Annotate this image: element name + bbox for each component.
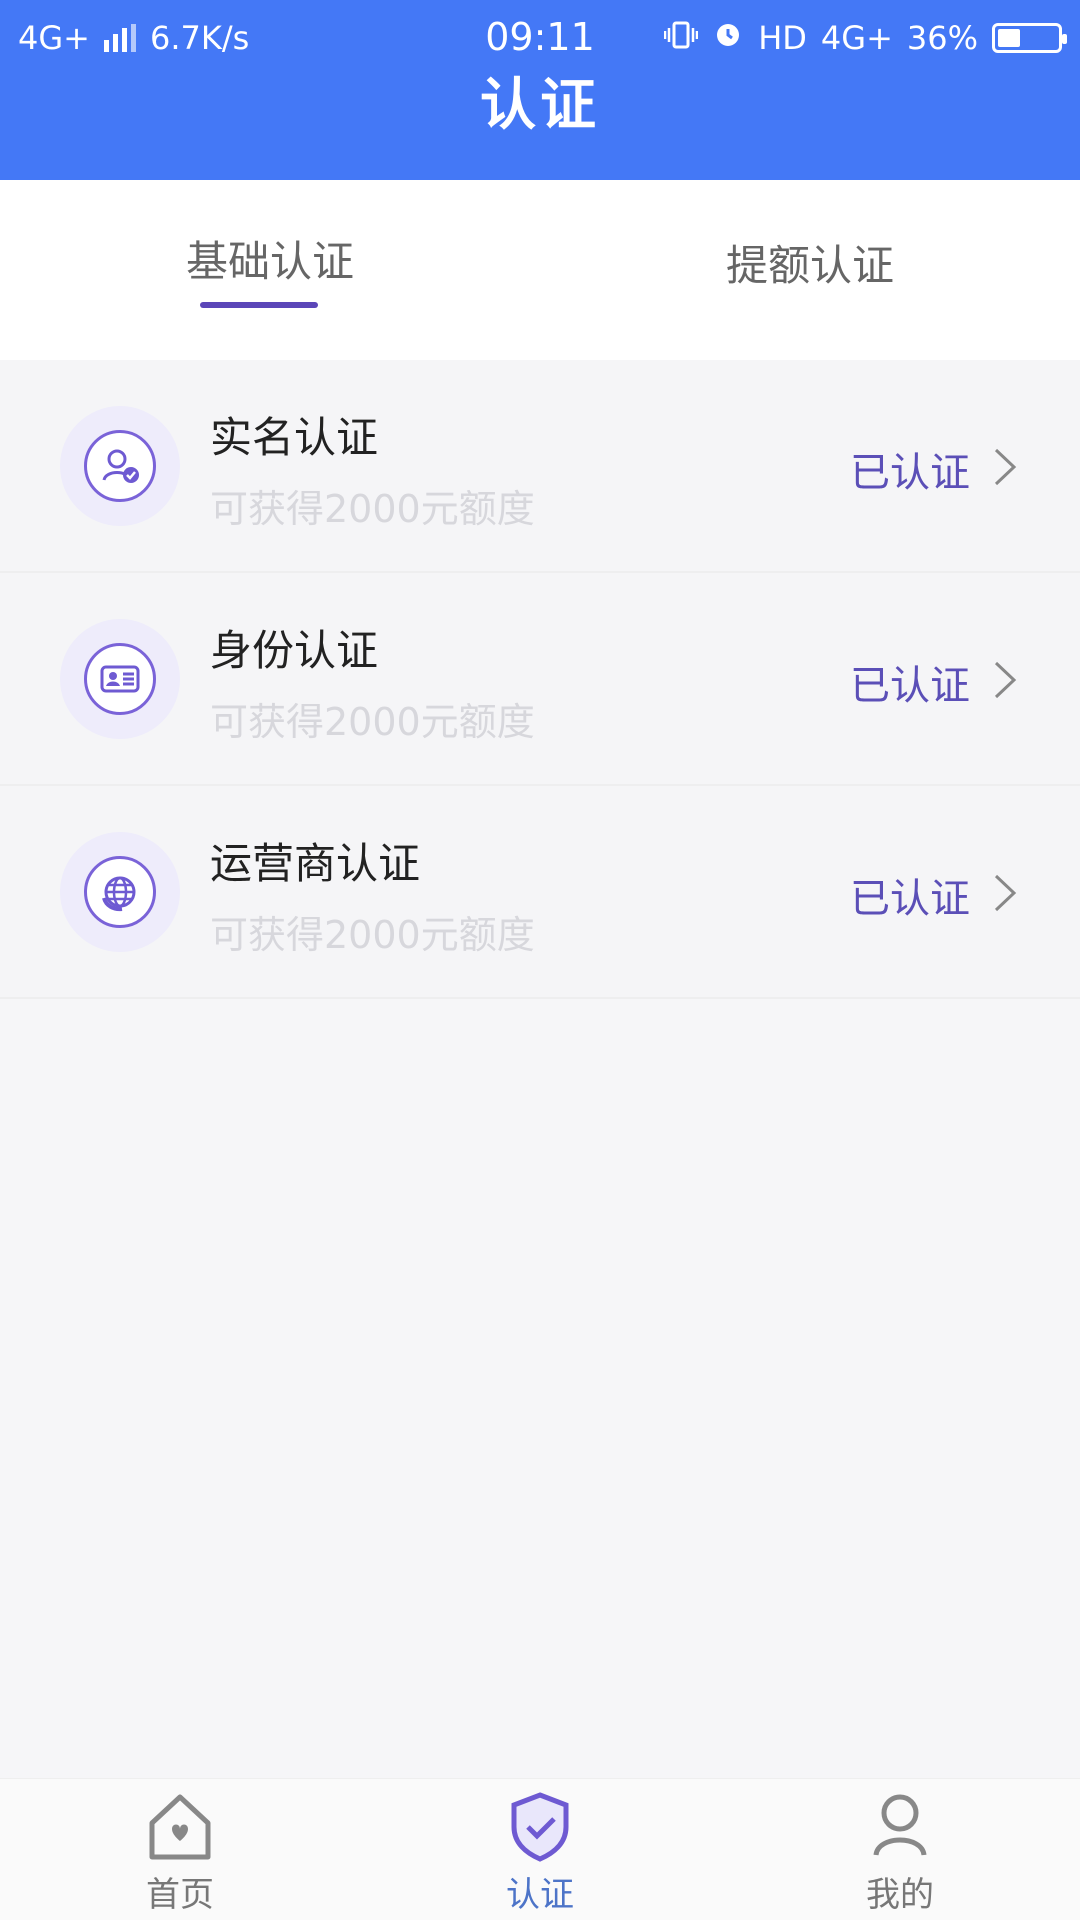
bottom-nav: 首页 认证 我的: [0, 1778, 1080, 1920]
tab-basic-auth-label: 基础认证: [185, 237, 354, 286]
tab-limit-auth[interactable]: 提额认证: [540, 180, 1080, 360]
auth-list: 实名认证 可获得2000元额度 已认证 身份认证 可获得2000元额度 已认证: [0, 360, 1080, 999]
nav-mine-label: 我的: [866, 1875, 934, 1915]
chevron-right-icon: [994, 874, 1017, 912]
auth-status: 已认证: [850, 663, 970, 709]
auth-item-subtitle: 可获得2000元额度: [210, 487, 535, 531]
auth-item-carrier[interactable]: 运营商认证 可获得2000元额度 已认证: [0, 786, 1080, 999]
globe-icon: [60, 832, 180, 952]
auth-item-title: 身份认证: [210, 626, 379, 675]
auth-item-title: 运营商认证: [210, 839, 421, 888]
chevron-right-icon: [994, 661, 1017, 699]
clock: 09:11: [485, 15, 595, 59]
auth-item-title: 实名认证: [210, 413, 379, 462]
tab-basic-auth[interactable]: 基础认证: [0, 180, 540, 360]
auth-item-subtitle: 可获得2000元额度: [210, 913, 535, 957]
auth-item-identity[interactable]: 身份认证 可获得2000元额度 已认证: [0, 573, 1080, 786]
auth-item-subtitle: 可获得2000元额度: [210, 700, 535, 744]
user-icon: [873, 1794, 927, 1856]
shield-check-icon: [511, 1792, 569, 1862]
nav-home[interactable]: 首页: [0, 1779, 360, 1920]
battery-icon: [992, 22, 1067, 53]
id-card-icon: [60, 619, 180, 739]
page-title: 认证: [480, 73, 600, 138]
nav-mine[interactable]: 我的: [720, 1779, 1080, 1920]
nav-auth-label: 认证: [506, 1875, 574, 1915]
nav-home-label: 首页: [146, 1875, 214, 1915]
auth-status: 已认证: [850, 876, 970, 922]
active-tab-indicator: [200, 302, 318, 308]
tab-bar: 基础认证 提额认证: [0, 180, 1080, 360]
chevron-right-icon: [994, 448, 1017, 486]
header: 4G+ 6.7K/s 09:11 HD 4G+ 36% 认证: [0, 0, 1080, 180]
nav-auth[interactable]: 认证: [360, 1779, 720, 1920]
home-icon: [149, 1794, 211, 1860]
auth-status: 已认证: [850, 450, 970, 496]
auth-item-realname[interactable]: 实名认证 可获得2000元额度 已认证: [0, 360, 1080, 573]
user-check-icon: [60, 406, 180, 526]
tab-limit-auth-label: 提额认证: [725, 241, 894, 290]
